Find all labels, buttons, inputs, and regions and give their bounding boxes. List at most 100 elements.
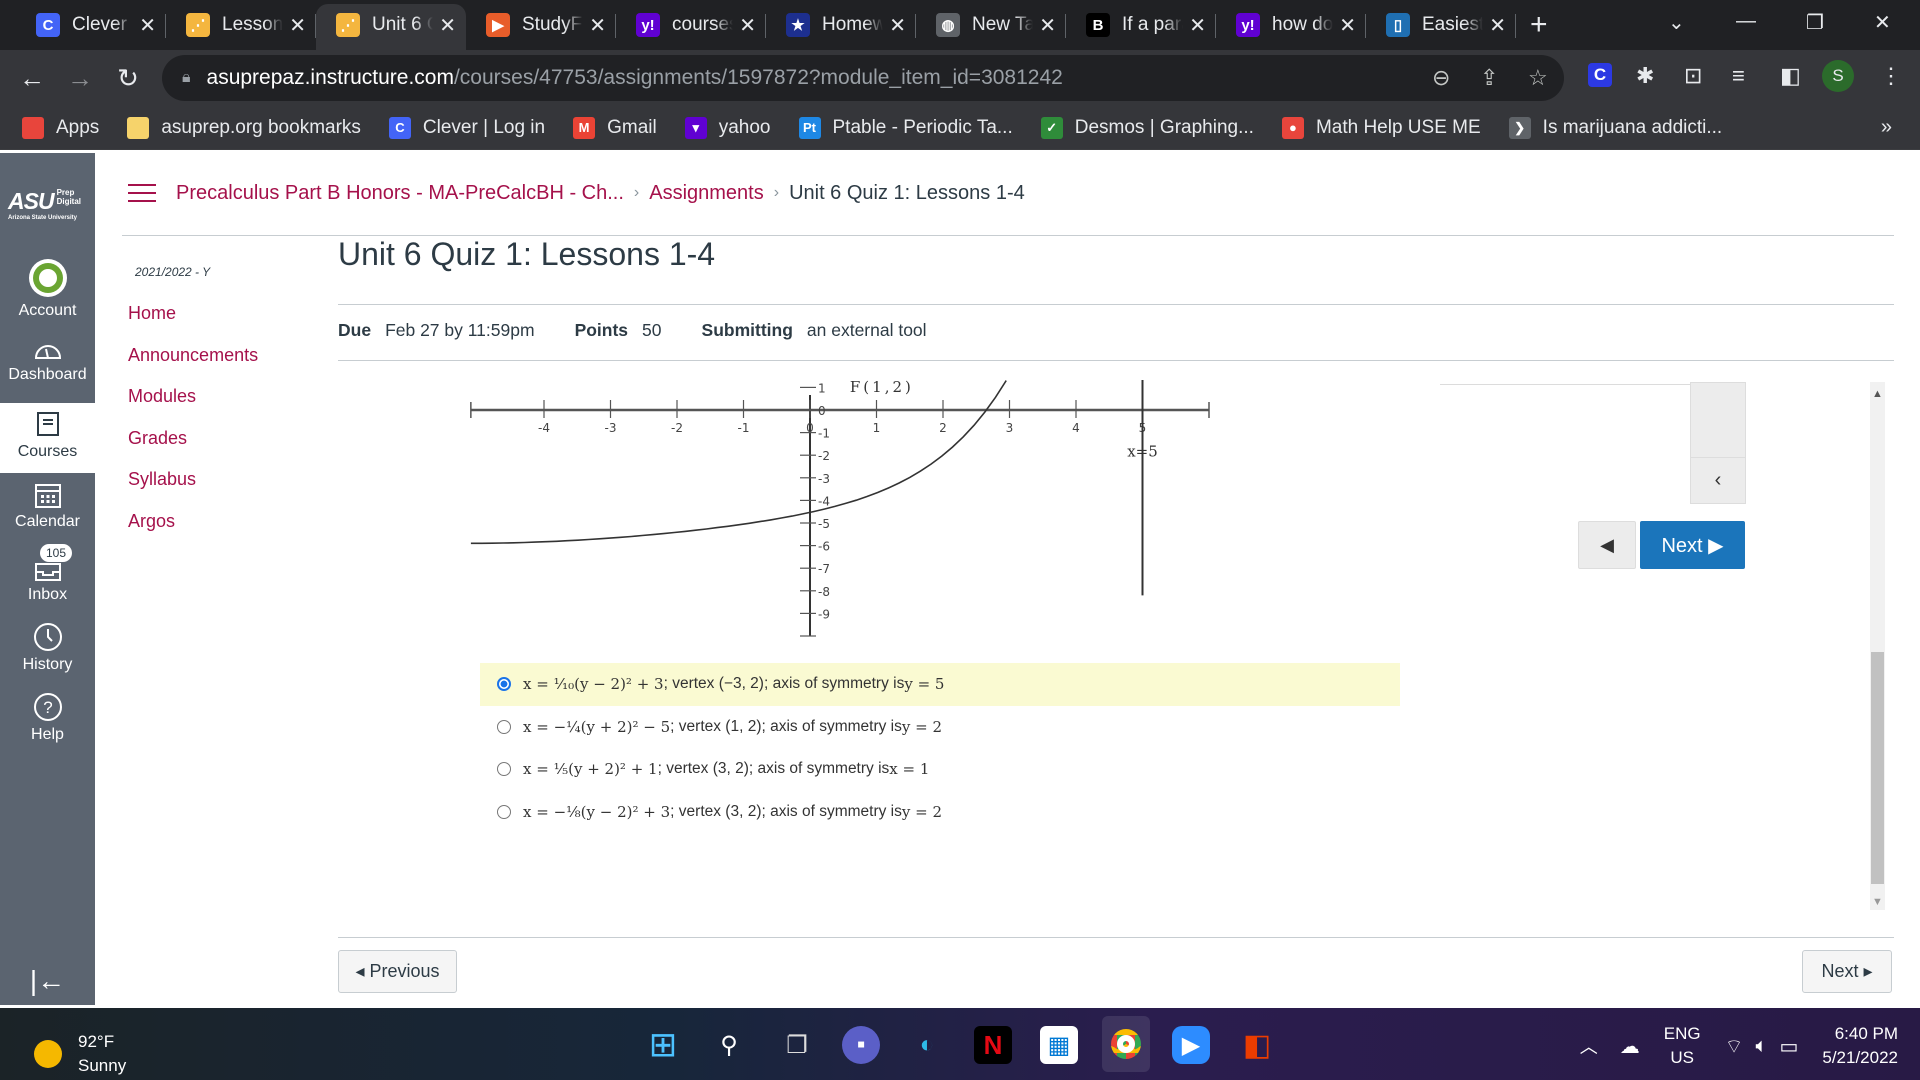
new-tab-button[interactable]: + bbox=[1530, 8, 1548, 42]
close-tab-icon[interactable]: ✕ bbox=[589, 13, 606, 38]
bookmark-item[interactable]: ● Math Help USE ME bbox=[1281, 116, 1481, 139]
course-nav-modules[interactable]: Modules bbox=[128, 381, 258, 423]
previous-module-button[interactable]: ◂ Previous bbox=[338, 950, 457, 993]
asu-prep-logo[interactable]: ASU Prep Digital Arizona State University bbox=[8, 188, 81, 221]
course-nav-grades[interactable]: Grades bbox=[128, 423, 258, 465]
close-tab-icon[interactable]: ✕ bbox=[1039, 13, 1056, 38]
close-tab-icon[interactable]: ✕ bbox=[1489, 13, 1506, 38]
hamburger-menu-icon[interactable] bbox=[128, 178, 156, 208]
course-nav-announcements[interactable]: Announcements bbox=[128, 340, 258, 382]
menu-icon[interactable]: ⋮ bbox=[1880, 63, 1902, 89]
collapse-panel-button[interactable]: ‹ bbox=[1691, 457, 1745, 503]
tab-search-icon[interactable]: ⌄ bbox=[1668, 10, 1685, 35]
forward-button[interactable]: → bbox=[60, 63, 100, 94]
cast-icon[interactable]: ⊡ bbox=[1684, 63, 1702, 89]
iframe-scrollbar[interactable]: ▲ ▼ bbox=[1870, 382, 1885, 910]
breadcrumb-course[interactable]: Precalculus Part B Honors - MA-PreCalcBH… bbox=[176, 182, 624, 205]
course-nav-syllabus[interactable]: Syllabus bbox=[128, 464, 258, 506]
browser-tab[interactable]: y! courses ✕ bbox=[616, 4, 766, 46]
close-tab-icon[interactable]: ✕ bbox=[739, 13, 756, 38]
browser-tab[interactable]: y! how do ✕ bbox=[1216, 4, 1366, 46]
weather-widget[interactable]: 92°F Sunny bbox=[34, 1030, 126, 1078]
close-window-button[interactable]: ✕ bbox=[1874, 10, 1891, 35]
nav-calendar[interactable]: Calendar bbox=[0, 475, 95, 545]
extensions-icon[interactable]: ✱ bbox=[1636, 63, 1654, 89]
next-question-button[interactable]: Next ▶ bbox=[1640, 521, 1745, 569]
answer-choice[interactable]: x = ¹⁄₁₀(y − 2)² + 3; vertex (−3, 2); ax… bbox=[480, 663, 1400, 706]
browser-tab[interactable]: ▶ StudyForge ✕ bbox=[466, 4, 616, 46]
nav-history[interactable]: History bbox=[0, 616, 95, 686]
next-module-button[interactable]: Next ▸ bbox=[1802, 950, 1892, 993]
browser-tab[interactable]: ★ Homework✕ bbox=[766, 4, 916, 46]
breadcrumb-assignments[interactable]: Assignments bbox=[649, 182, 764, 205]
scroll-up-arrow-icon[interactable]: ▲ bbox=[1872, 388, 1883, 400]
nav-help[interactable]: ? Help bbox=[0, 686, 95, 756]
nav-account[interactable]: Account bbox=[0, 258, 95, 328]
show-hidden-icons-icon[interactable]: ︿ bbox=[1580, 1033, 1598, 1059]
answer-radio[interactable] bbox=[497, 677, 511, 692]
zoom-icon[interactable]: ⊖ bbox=[1432, 65, 1450, 91]
store-icon[interactable]: ▦ bbox=[1040, 1026, 1078, 1064]
bookmark-item[interactable]: Pt Ptable - Periodic Ta... bbox=[798, 116, 1013, 139]
scrollbar-thumb[interactable] bbox=[1871, 652, 1884, 884]
edge-icon[interactable]: ◐ bbox=[908, 1026, 946, 1064]
answer-radio[interactable] bbox=[497, 804, 511, 819]
browser-tab[interactable]: ▯ Easiest ✕ bbox=[1366, 4, 1516, 46]
reload-button[interactable]: ↻ bbox=[108, 63, 148, 94]
nav-inbox[interactable]: 105 Inbox bbox=[0, 544, 95, 618]
media-control-icon[interactable]: ≡ bbox=[1732, 63, 1745, 89]
bookmark-item[interactable]: ❯ Is marijuana addicti... bbox=[1508, 116, 1722, 139]
course-nav-argos[interactable]: Argos bbox=[128, 506, 258, 548]
scroll-down-arrow-icon[interactable]: ▼ bbox=[1872, 896, 1883, 908]
bookmark-item[interactable]: C Clever | Log in bbox=[388, 116, 545, 139]
bookmark-item[interactable]: ▾ yahoo bbox=[684, 116, 771, 139]
office-icon[interactable]: ◧ bbox=[1238, 1026, 1276, 1064]
chrome-icon[interactable] bbox=[1102, 1016, 1150, 1072]
collapse-nav-button[interactable]: |← bbox=[0, 965, 95, 997]
wifi-icon[interactable]: ⌔ bbox=[1725, 1034, 1744, 1059]
answer-choice[interactable]: x = −¼(y + 2)² − 5; vertex (1, 2); axis … bbox=[480, 706, 1400, 749]
battery-charging-icon[interactable]: ▭ bbox=[1779, 1034, 1798, 1059]
profile-avatar[interactable]: S bbox=[1822, 60, 1854, 92]
language-indicator[interactable]: ENG US bbox=[1664, 1022, 1701, 1070]
bookmark-star-icon[interactable]: ☆ bbox=[1528, 65, 1548, 91]
task-view-icon[interactable]: ❐ bbox=[778, 1026, 816, 1064]
nav-dashboard[interactable]: Dashboard bbox=[0, 338, 95, 403]
onedrive-error-icon[interactable]: ☁ bbox=[1620, 1034, 1640, 1059]
close-tab-icon[interactable]: ✕ bbox=[1339, 13, 1356, 38]
answer-choice[interactable]: x = −⅛(y − 2)² + 3; vertex (3, 2); axis … bbox=[480, 791, 1400, 834]
search-icon[interactable]: ⚲ bbox=[710, 1026, 748, 1064]
close-tab-icon[interactable]: ✕ bbox=[439, 13, 456, 38]
nav-courses[interactable]: Courses bbox=[0, 403, 95, 473]
teams-chat-icon[interactable]: ▪ bbox=[842, 1026, 880, 1064]
zoom-app-icon[interactable]: ▶ bbox=[1172, 1026, 1210, 1064]
bookmark-item[interactable]: asuprep.org bookmarks bbox=[127, 116, 361, 139]
side-panel-icon[interactable]: ◧ bbox=[1780, 63, 1801, 89]
back-button[interactable]: ← bbox=[12, 63, 52, 94]
browser-tab[interactable]: ⋰ Lesson ✕ bbox=[166, 4, 316, 46]
browser-tab[interactable]: ◍ New Tab✕ bbox=[916, 4, 1066, 46]
course-nav-home[interactable]: Home bbox=[128, 298, 258, 340]
clock[interactable]: 6:40 PM 5/21/2022 bbox=[1822, 1022, 1898, 1070]
more-bookmarks-icon[interactable]: » bbox=[1881, 116, 1892, 139]
close-tab-icon[interactable]: ✕ bbox=[889, 13, 906, 38]
netflix-icon[interactable]: N bbox=[974, 1026, 1012, 1064]
minimize-button[interactable]: — bbox=[1736, 10, 1756, 33]
close-tab-icon[interactable]: ✕ bbox=[139, 13, 156, 38]
close-tab-icon[interactable]: ✕ bbox=[1189, 13, 1206, 38]
address-bar[interactable]: 🔒︎ asuprepaz.instructure.com/courses/477… bbox=[162, 55, 1564, 101]
clever-extension-icon[interactable]: C bbox=[1588, 63, 1612, 87]
bookmark-item[interactable]: M Gmail bbox=[573, 116, 657, 139]
answer-radio[interactable] bbox=[497, 762, 511, 777]
answer-choice[interactable]: x = ⅕(y + 2)² + 1; vertex (3, 2); axis o… bbox=[480, 748, 1400, 791]
close-tab-icon[interactable]: ✕ bbox=[289, 13, 306, 38]
share-icon[interactable]: ⇪ bbox=[1480, 65, 1498, 91]
start-icon[interactable]: ⊞ bbox=[644, 1026, 682, 1064]
browser-tab[interactable]: B If a parabola ✕ bbox=[1066, 4, 1216, 46]
bookmark-item[interactable]: Apps bbox=[22, 116, 99, 139]
browser-tab[interactable]: C Clever | Portal ✕ bbox=[16, 4, 166, 46]
answer-radio[interactable] bbox=[497, 719, 511, 734]
browser-tab[interactable]: ⋰ Unit 6 Quiz ✕ bbox=[316, 4, 466, 50]
previous-question-button[interactable]: ◀ bbox=[1578, 521, 1636, 569]
bookmark-item[interactable]: ✓ Desmos | Graphing... bbox=[1040, 116, 1254, 139]
